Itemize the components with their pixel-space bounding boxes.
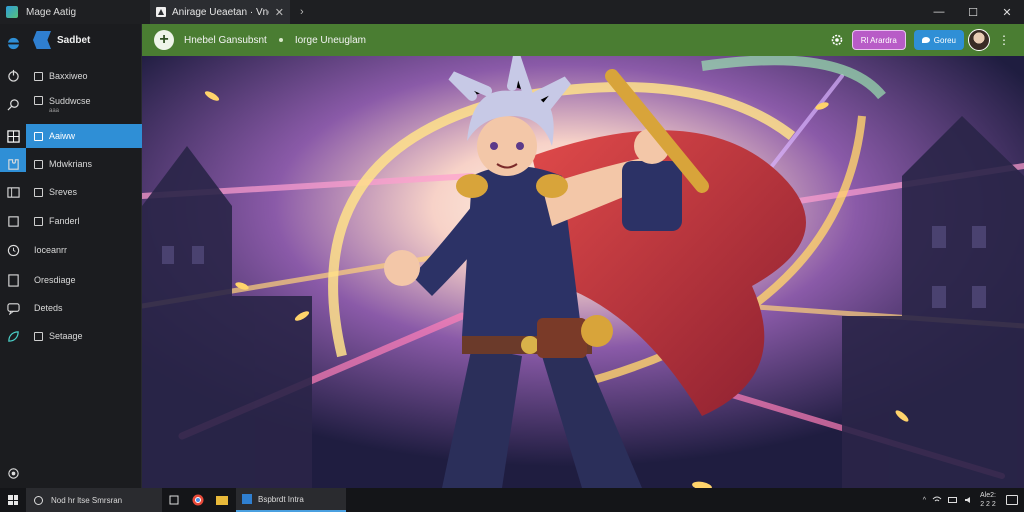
toolbar-title: Hnebel Gansubsnt (184, 34, 267, 46)
wifi-icon[interactable] (932, 496, 942, 504)
settings-gear-icon[interactable] (6, 466, 20, 480)
chat-icon[interactable] (6, 301, 20, 315)
icon-rail (0, 24, 26, 488)
sidebar-item-label: Fanderl (49, 216, 80, 226)
brand: Sadbet (26, 24, 141, 56)
checkbox-icon (34, 216, 43, 226)
puzzle-icon[interactable] (6, 157, 20, 171)
sidebar-item-label: Suddwcse (49, 96, 91, 106)
purple-action-button[interactable]: Rl Arardra (851, 30, 906, 50)
image-icon[interactable] (6, 185, 20, 199)
checkbox-icon (34, 187, 43, 197)
battery-icon[interactable] (948, 496, 958, 504)
clock[interactable]: Ale2: 2 2 2 (980, 491, 996, 509)
more-options-icon[interactable]: ⋮ (998, 33, 1010, 47)
add-button[interactable]: + (154, 30, 174, 50)
app-logo-icon (6, 6, 18, 18)
sidebar-item-label: Oresdiage (34, 275, 76, 285)
taskbar-active-app[interactable]: Bspbrdt Intra (236, 488, 346, 512)
start-button[interactable] (0, 488, 26, 512)
square-icon[interactable] (6, 214, 20, 228)
clock-time: Ale2: (980, 492, 996, 499)
clock-icon[interactable] (6, 243, 20, 257)
windows-logo-icon (8, 495, 18, 505)
sidebar-item-6[interactable]: Fanderl (26, 209, 142, 233)
clock-date: 2 2 2 (980, 501, 996, 508)
tab-favicon-icon (156, 7, 166, 17)
globe-icon[interactable] (6, 36, 20, 50)
checkbox-icon (34, 96, 43, 105)
sidebar-item-label: Mdwkrians (49, 159, 93, 169)
close-icon[interactable]: ✕ (990, 0, 1024, 24)
brand-name: Sadbet (57, 34, 91, 46)
sidebar-item-label: Deteds (34, 303, 63, 313)
taskbar-app-label: Bspbrdt Intra (258, 494, 304, 504)
tab-overflow-chevron-icon[interactable]: › (300, 6, 304, 18)
checkbox-icon (34, 131, 43, 141)
app-logo-icon (242, 494, 252, 504)
sidebar-item-4[interactable]: Mdwkrians (26, 152, 142, 176)
chat-bubble-icon (921, 37, 930, 43)
sidebar-item-label: Setaage (49, 331, 83, 341)
tab-close-icon[interactable]: ✕ (275, 6, 284, 19)
toolbar-actions: Rl Arardra Goreu ⋮ (830, 29, 1024, 51)
tab-title: Anirage Ueaetan · Vneal (172, 6, 269, 18)
window-controls: — ☐ ✕ (922, 0, 1024, 24)
blue-action-label: Goreu (933, 35, 956, 45)
chrome-icon[interactable] (186, 488, 210, 512)
taskbar: Nod hr ltse Smrsran Bspbrdt Intra ^ Ale2… (0, 488, 1024, 512)
sidebar-item-label: Aaiww (49, 131, 76, 141)
power-icon[interactable] (6, 68, 20, 82)
system-tray: ^ Ale2: 2 2 2 (923, 491, 1024, 509)
sidebar: Sadbet Baxxiweo Suddwcse aaa Aaiww Mdwkri… (26, 24, 142, 488)
sidebar-item-label: Ioceanrr (34, 245, 68, 255)
document-icon[interactable] (6, 273, 20, 287)
blue-action-button[interactable]: Goreu (913, 30, 964, 50)
sidebar-item-3[interactable]: Aaiww (26, 124, 142, 148)
search-icon (34, 495, 43, 505)
checkbox-icon (34, 159, 43, 169)
separator-dot (278, 38, 283, 42)
hero-artwork (142, 56, 1024, 488)
sidebar-item-sublabel: aaa (49, 108, 60, 114)
search-placeholder: Nod hr ltse Smrsran (51, 495, 123, 505)
task-view-icon[interactable] (162, 488, 186, 512)
maximize-icon[interactable]: ☐ (956, 0, 990, 24)
toolbar-subtitle: Iorge Uneuglam (294, 34, 366, 46)
browser-tab[interactable]: Anirage Ueaetan · Vneal ✕ (150, 0, 290, 24)
sidebar-item-9[interactable]: Deteds (26, 296, 142, 320)
sidebar-item-2[interactable]: Suddwcse aaa (26, 92, 142, 116)
search-icon[interactable] (6, 97, 20, 111)
sidebar-item-1[interactable]: Baxxiweo (26, 64, 142, 88)
title-bar: Mage Aatig Anirage Ueaetan · Vneal ✕ › —… (0, 0, 1024, 24)
chevron-up-icon[interactable]: ^ (923, 497, 926, 504)
sidebar-item-5[interactable]: Sreves (26, 180, 142, 204)
file-explorer-icon[interactable] (210, 488, 234, 512)
leaf-icon[interactable] (6, 329, 20, 343)
sidebar-item-8[interactable]: Oresdiage (26, 268, 142, 292)
app-name: Mage Aatig (26, 6, 77, 18)
grid-icon[interactable] (6, 129, 20, 143)
checkbox-icon (34, 331, 43, 341)
brand-logo-icon (33, 31, 51, 49)
volume-icon[interactable] (964, 496, 974, 504)
anime-hero-illustration (142, 56, 1024, 488)
settings-icon[interactable] (830, 33, 844, 47)
checkbox-icon (34, 71, 43, 81)
avatar[interactable] (968, 29, 990, 51)
sidebar-item-label: Baxxiweo (49, 71, 88, 81)
sidebar-item-10[interactable]: Setaage (26, 324, 142, 348)
app-identity: Mage Aatig (0, 0, 142, 24)
notifications-icon[interactable] (1006, 495, 1018, 505)
top-toolbar: + Hnebel Gansubsnt Iorge Uneuglam Rl Ara… (142, 24, 1024, 56)
taskbar-search[interactable]: Nod hr ltse Smrsran (26, 488, 162, 512)
minimize-icon[interactable]: — (922, 0, 956, 24)
sidebar-item-label: Sreves (49, 187, 78, 197)
sidebar-item-7[interactable]: Ioceanrr (26, 238, 142, 262)
